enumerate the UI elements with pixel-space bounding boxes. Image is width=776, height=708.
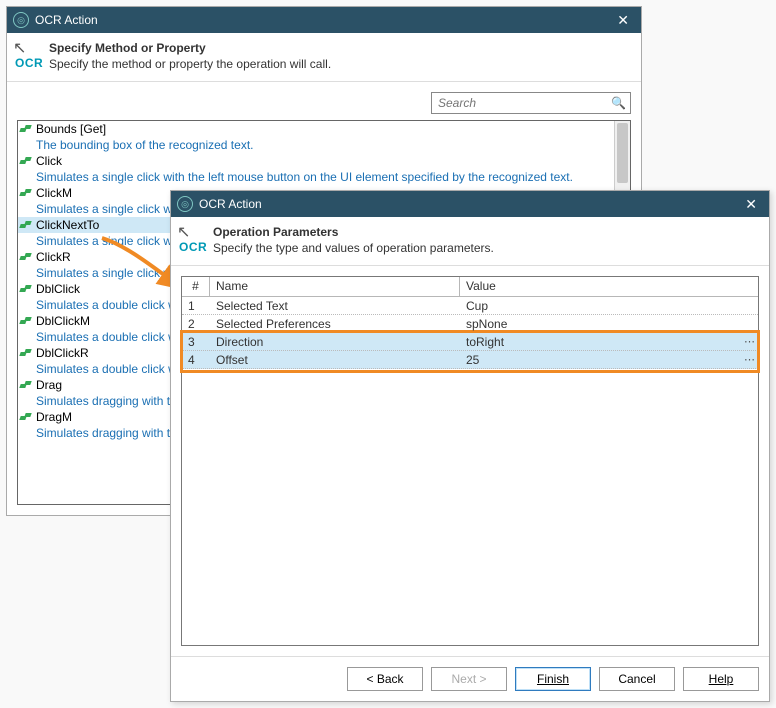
back-header: ↖ OCR Specify Method or Property Specify… xyxy=(7,33,641,82)
param-name: Direction xyxy=(210,335,460,349)
method-item-bounds-get-[interactable]: Bounds [Get]The bounding box of the reco… xyxy=(18,121,615,153)
wizard-buttons: < Back Next > Finish Cancel Help xyxy=(171,656,769,701)
method-icon xyxy=(20,219,34,231)
param-row[interactable]: 3DirectiontoRight xyxy=(182,333,758,351)
back-title: OCR Action xyxy=(35,13,611,27)
col-number[interactable]: # xyxy=(182,277,210,297)
method-icon xyxy=(20,155,34,167)
param-name: Selected Text xyxy=(210,299,460,313)
param-name: Offset xyxy=(210,353,460,367)
col-name[interactable]: Name xyxy=(210,277,460,297)
method-icon xyxy=(20,251,34,263)
param-number: 2 xyxy=(182,317,210,331)
help-button[interactable]: Help xyxy=(683,667,759,691)
cancel-button[interactable]: Cancel xyxy=(599,667,675,691)
method-icon xyxy=(20,123,34,135)
front-title: OCR Action xyxy=(199,197,739,211)
method-name: DragM xyxy=(36,410,72,424)
method-icon xyxy=(20,411,34,423)
method-name: Drag xyxy=(36,378,62,392)
front-dialog: ◎ OCR Action ✕ ↖ OCR Operation Parameter… xyxy=(170,190,770,702)
param-row[interactable]: 4Offset25 xyxy=(182,351,758,369)
method-name: DblClick xyxy=(36,282,80,296)
param-row[interactable]: 1Selected TextCup xyxy=(182,297,758,315)
parameters-table: # Name Value 1Selected TextCup2Selected … xyxy=(181,276,759,646)
method-name: ClickNextTo xyxy=(36,218,99,232)
parameters-header-row: # Name Value xyxy=(182,277,758,297)
method-icon xyxy=(20,187,34,199)
param-value[interactable]: Cup xyxy=(460,299,758,313)
method-icon xyxy=(20,379,34,391)
front-header-title: Operation Parameters xyxy=(213,225,759,239)
method-name: ClickR xyxy=(36,250,71,264)
method-icon xyxy=(20,347,34,359)
finish-button[interactable]: Finish xyxy=(515,667,591,691)
param-number: 3 xyxy=(182,335,210,349)
method-name: ClickM xyxy=(36,186,72,200)
front-header: ↖ OCR Operation Parameters Specify the t… xyxy=(171,217,769,266)
param-number: 4 xyxy=(182,353,210,367)
method-name: DblClickM xyxy=(36,314,90,328)
method-icon xyxy=(20,315,34,327)
param-value[interactable]: spNone xyxy=(460,317,758,331)
back-titlebar[interactable]: ◎ OCR Action ✕ xyxy=(7,7,641,33)
app-icon: ◎ xyxy=(13,12,29,28)
method-description: Simulates a single click with the left m… xyxy=(18,169,615,185)
back-header-subtitle: Specify the method or property the opera… xyxy=(49,57,631,71)
ocr-wizard-icon: ↖ OCR xyxy=(179,225,213,253)
back-header-title: Specify Method or Property xyxy=(49,41,631,55)
method-icon xyxy=(20,283,34,295)
method-name: DblClickR xyxy=(36,346,89,360)
method-name: Click xyxy=(36,154,62,168)
search-icon[interactable]: 🔍 xyxy=(611,96,626,110)
method-item-click[interactable]: ClickSimulates a single click with the l… xyxy=(18,153,615,185)
param-name: Selected Preferences xyxy=(210,317,460,331)
param-row[interactable]: 2Selected PreferencesspNone xyxy=(182,315,758,333)
search-input-wrap[interactable]: 🔍 xyxy=(431,92,631,114)
param-value[interactable]: toRight xyxy=(460,335,758,349)
param-number: 1 xyxy=(182,299,210,313)
front-titlebar[interactable]: ◎ OCR Action ✕ xyxy=(171,191,769,217)
front-header-subtitle: Specify the type and values of operation… xyxy=(213,241,759,255)
scrollbar-thumb[interactable] xyxy=(617,123,628,183)
search-input[interactable] xyxy=(436,95,611,111)
method-name: Bounds [Get] xyxy=(36,122,106,136)
close-icon[interactable]: ✕ xyxy=(739,196,763,213)
ocr-wizard-icon: ↖ OCR xyxy=(15,41,49,69)
back-button[interactable]: < Back xyxy=(347,667,423,691)
close-icon[interactable]: ✕ xyxy=(611,12,635,29)
param-value[interactable]: 25 xyxy=(460,353,758,367)
app-icon: ◎ xyxy=(177,196,193,212)
next-button: Next > xyxy=(431,667,507,691)
method-description: The bounding box of the recognized text. xyxy=(18,137,615,153)
col-value[interactable]: Value xyxy=(460,277,758,297)
